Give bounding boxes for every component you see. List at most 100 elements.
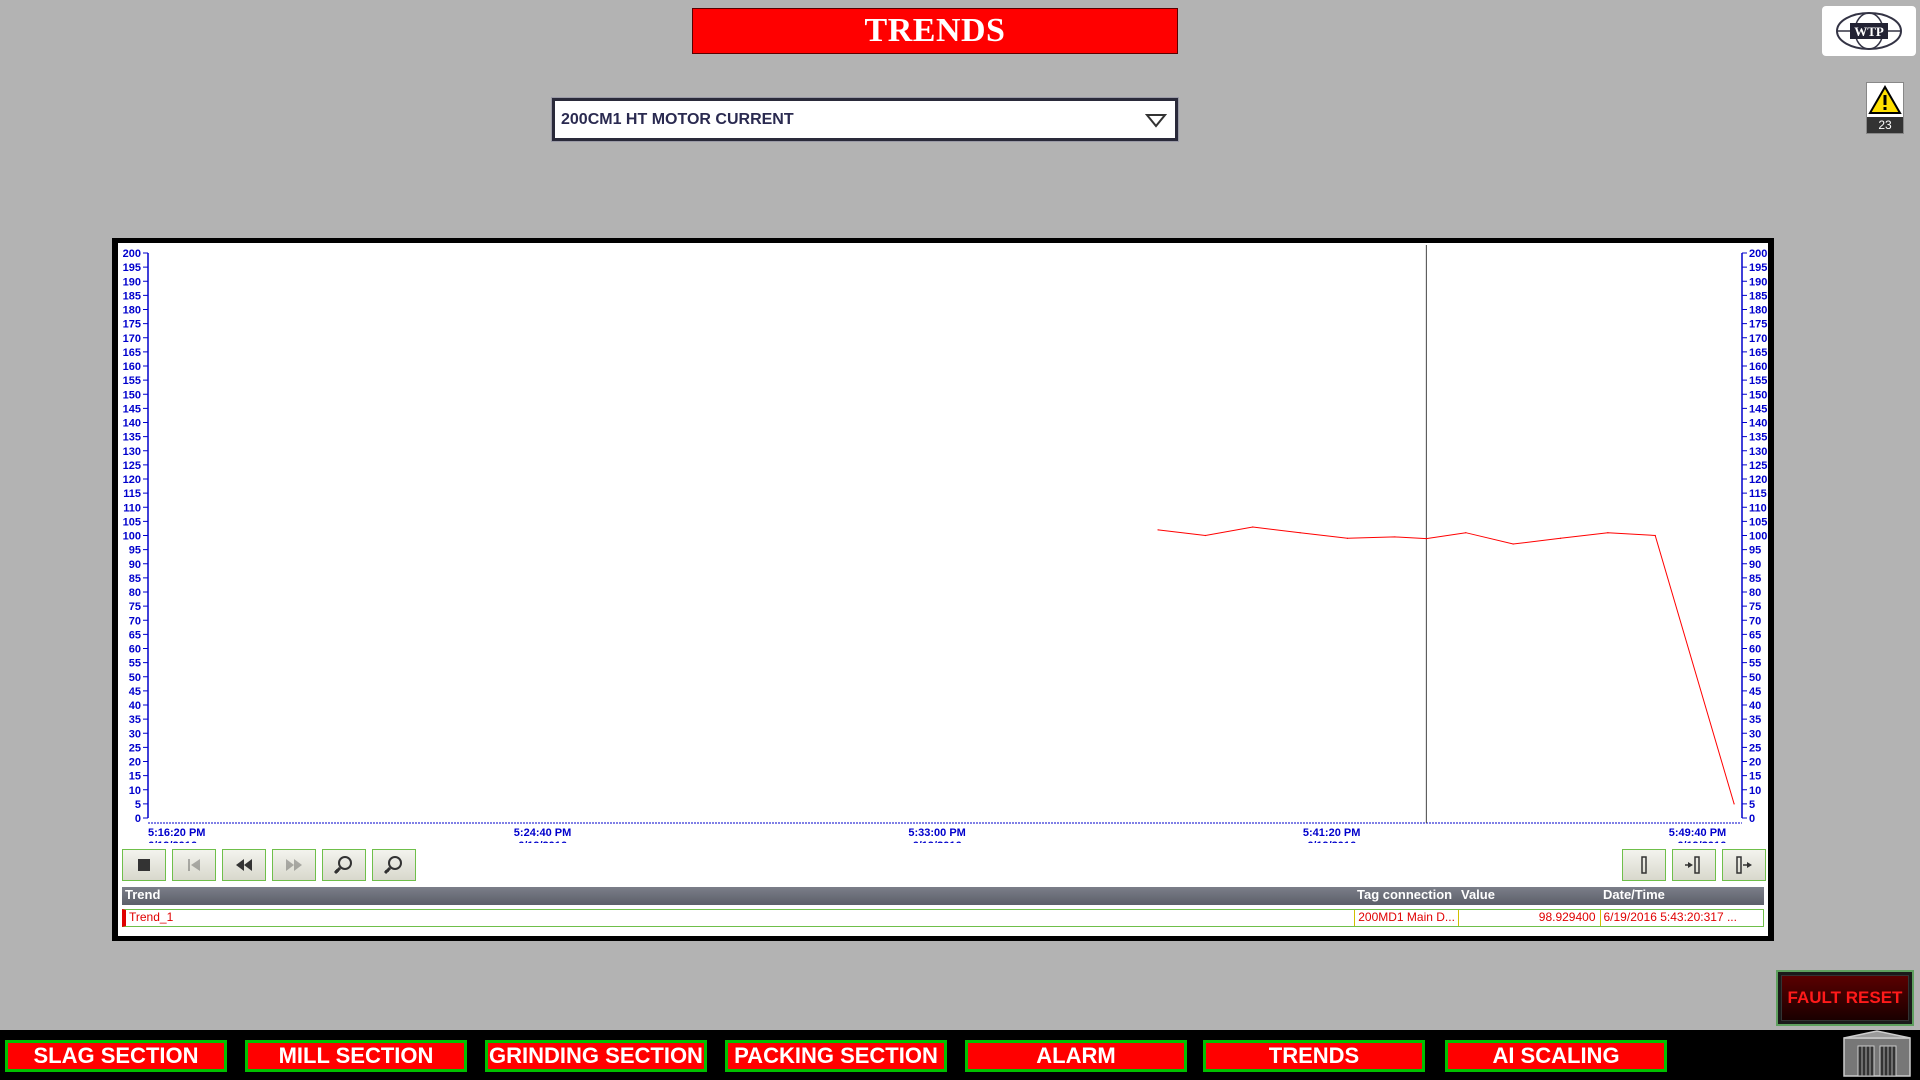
trend-chart[interactable]: 0 05 510 1015 1520 2025 2530 3035 3540 4045 4550 50…: [118, 243, 1768, 843]
zoom-in-button[interactable]: [322, 849, 366, 881]
y-tick-label-right: 130: [1749, 446, 1767, 458]
data-point: [1252, 526, 1254, 528]
nav-packing-section[interactable]: PACKING SECTION: [725, 1040, 947, 1072]
table-header: Trend Tag connection Value Date/Time: [122, 887, 1764, 905]
y-tick-label-right: 55: [1749, 658, 1761, 670]
col-trend-header: Trend: [125, 887, 161, 902]
col-tag-header: Tag connection: [1357, 887, 1453, 902]
y-tick-label-left: 5: [135, 799, 141, 811]
y-tick-label-left: 0: [135, 813, 141, 825]
trend-toolbar-left: [122, 849, 416, 883]
alarm-count: 23: [1867, 117, 1903, 133]
y-tick-label-right: 190: [1749, 276, 1767, 288]
y-tick-label-left: 75: [129, 601, 141, 613]
y-tick-label-right: 165: [1749, 347, 1767, 359]
zoom-in-icon: [333, 856, 352, 875]
nav-slag-section[interactable]: SLAG SECTION: [5, 1040, 227, 1072]
x-tick-label-time: 5:33:00 PM: [908, 827, 965, 839]
y-tick-label-left: 105: [123, 516, 141, 528]
scroll-back-button[interactable]: [222, 849, 266, 881]
nav-trends[interactable]: TRENDS: [1203, 1040, 1425, 1072]
y-tick-label-left: 200: [123, 248, 141, 260]
y-tick-label-left: 160: [123, 361, 141, 373]
data-point: [1204, 534, 1207, 537]
y-tick-label-left: 140: [123, 418, 141, 430]
x-tick-label-time: 5:24:40 PM: [514, 827, 571, 839]
y-tick-label-right: 180: [1749, 305, 1767, 317]
y-tick-label-left: 20: [129, 757, 141, 769]
y-tick-label-left: 130: [123, 446, 141, 458]
y-tick-label-left: 145: [123, 403, 141, 415]
alarm-indicator[interactable]: 23: [1866, 82, 1904, 134]
y-tick-label-right: 185: [1749, 290, 1767, 302]
y-tick-label-right: 175: [1749, 319, 1767, 331]
trend-view: 0 0 5 5 10 10 15 15 20 20 25 25 30 30 35 35 40 40 45 45 50 50…: [112, 238, 1774, 941]
y-tick-label-left: 40: [129, 700, 141, 712]
data-point: [1654, 534, 1656, 537]
data-point: [1733, 803, 1735, 805]
y-tick-label-left: 135: [123, 432, 141, 444]
ruler-forward-button[interactable]: [1722, 849, 1766, 881]
y-tick-label-right: 5: [1749, 799, 1755, 811]
y-tick-label-left: 165: [123, 347, 141, 359]
y-tick-label-left: 30: [129, 728, 141, 740]
y-tick-label-right: 110: [1749, 502, 1767, 514]
y-tick-label-right: 70: [1749, 615, 1761, 627]
y-tick-label-right: 30: [1749, 728, 1761, 740]
cell-value: 98.929400: [1457, 910, 1600, 926]
ruler-forward-icon: [1736, 856, 1752, 874]
y-tick-label-right: 60: [1749, 644, 1761, 656]
y-tick-label-left: 80: [129, 587, 141, 599]
trend-legend-table: Trend Tag connection Value Date/Time Tre…: [122, 887, 1764, 927]
x-tick-label-time: 5:49:40 PM: [1669, 827, 1726, 839]
y-tick-label-left: 155: [123, 375, 141, 387]
nav-alarm[interactable]: ALARM: [965, 1040, 1187, 1072]
y-tick-label-left: 25: [129, 742, 141, 754]
y-tick-label-right: 90: [1749, 559, 1761, 571]
ruler-back-button[interactable]: [1672, 849, 1716, 881]
scroll-forward-button[interactable]: [272, 849, 316, 881]
y-tick-label-right: 10: [1749, 785, 1761, 797]
y-tick-label-left: 175: [123, 319, 141, 331]
table-row[interactable]: Trend_1 200MD1 Main D... 98.929400 6/19/…: [122, 909, 1764, 927]
y-tick-label-right: 125: [1749, 460, 1767, 472]
company-logo: WTP: [1822, 6, 1916, 56]
x-tick-label-date: 6/19/2016: [1677, 840, 1726, 843]
y-tick-label-right: 65: [1749, 629, 1761, 641]
go-to-start-button[interactable]: [172, 849, 216, 881]
y-tick-label-right: 145: [1749, 403, 1767, 415]
y-tick-label-left: 120: [123, 474, 141, 486]
nav-grinding-section[interactable]: GRINDING SECTION: [485, 1040, 707, 1072]
data-point: [1394, 536, 1396, 538]
trend-selector-dropdown[interactable]: 200CM1 HT MOTOR CURRENT: [551, 97, 1179, 142]
y-tick-label-right: 170: [1749, 333, 1767, 345]
y-tick-label-right: 160: [1749, 361, 1767, 373]
y-tick-label-left: 55: [129, 658, 141, 670]
nav-mill-section[interactable]: MILL SECTION: [245, 1040, 467, 1072]
exit-building-icon[interactable]: [1838, 1030, 1916, 1078]
nav-ai-scaling[interactable]: AI SCALING: [1445, 1040, 1667, 1072]
fault-reset-button[interactable]: FAULT RESET: [1776, 970, 1914, 1026]
y-tick-label-left: 45: [129, 686, 141, 698]
zoom-out-button[interactable]: [372, 849, 416, 881]
y-tick-label-right: 195: [1749, 262, 1767, 274]
y-tick-label-right: 140: [1749, 418, 1767, 430]
x-tick-label-time: 5:16:20 PM: [148, 827, 205, 839]
ruler-icon: [1641, 856, 1647, 874]
scroll-forward-icon: [286, 859, 302, 871]
cell-datetime: 6/19/2016 5:43:20:317 ...: [1599, 910, 1764, 926]
trend-toolbar-right: [1622, 849, 1766, 883]
stop-button[interactable]: [122, 849, 166, 881]
y-tick-label-right: 20: [1749, 757, 1761, 769]
ruler-button[interactable]: [1622, 849, 1666, 881]
y-tick-label-right: 15: [1749, 771, 1761, 783]
x-tick-label-date: 6/19/2016: [148, 840, 197, 843]
data-point: [1346, 537, 1349, 539]
y-tick-label-left: 90: [129, 559, 141, 571]
x-tick-label-date: 6/19/2016: [518, 840, 567, 843]
data-point: [1559, 537, 1562, 539]
y-tick-label-left: 185: [123, 290, 141, 302]
y-tick-label-left: 35: [129, 714, 141, 726]
cell-tag: 200MD1 Main D...: [1354, 910, 1458, 926]
stop-icon: [138, 859, 150, 871]
